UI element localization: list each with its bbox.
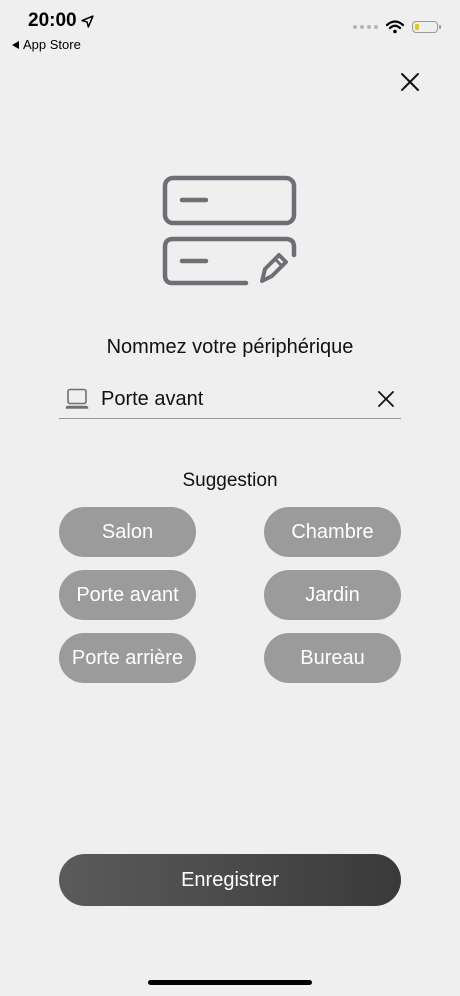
suggestion-heading: Suggestion xyxy=(182,470,278,491)
back-app-label: App Store xyxy=(23,37,81,52)
device-name-field xyxy=(59,380,401,419)
status-time-label: 20:00 xyxy=(28,10,77,31)
suggestion-chip-porte-arriere[interactable]: Porte arrière xyxy=(59,633,196,683)
location-arrow-icon xyxy=(80,14,94,28)
battery-level xyxy=(415,24,419,30)
suggestion-chip-salon[interactable]: Salon xyxy=(59,507,196,557)
suggestion-chip-porte-avant[interactable]: Porte avant xyxy=(59,570,196,620)
cellular-signal-icon xyxy=(353,25,378,29)
page-title: Nommez votre périphérique xyxy=(106,336,354,358)
save-button[interactable]: Enregistrer xyxy=(59,854,401,906)
status-indicators xyxy=(353,20,441,34)
status-time: 20:00 xyxy=(28,10,94,32)
wifi-icon xyxy=(386,20,404,34)
suggestion-chip-bureau[interactable]: Bureau xyxy=(264,633,401,683)
back-to-app-link[interactable]: App Store xyxy=(12,37,81,52)
suggestion-chip-jardin[interactable]: Jardin xyxy=(264,570,401,620)
home-indicator xyxy=(148,980,312,985)
back-triangle-icon xyxy=(12,40,19,49)
device-name-input[interactable] xyxy=(101,387,377,411)
rename-device-screen: 20:00 App Store Nommez votre périphériqu… xyxy=(0,0,460,996)
battery-icon xyxy=(412,21,441,33)
suggestion-chip-chambre[interactable]: Chambre xyxy=(264,507,401,557)
clear-icon[interactable] xyxy=(377,390,395,408)
device-rename-icon xyxy=(162,175,297,286)
close-icon[interactable] xyxy=(400,72,420,92)
device-icon xyxy=(65,388,89,409)
